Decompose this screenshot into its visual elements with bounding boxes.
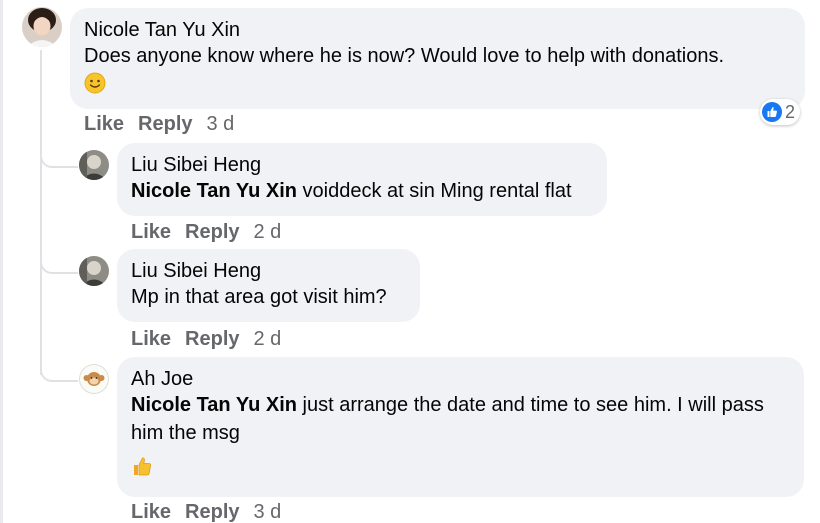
reply-button[interactable]: Reply bbox=[185, 220, 239, 244]
like-button[interactable]: Like bbox=[84, 112, 124, 136]
reply-body: voiddeck at sin Ming rental flat bbox=[296, 180, 572, 202]
mention-link[interactable]: Nicole Tan Yu Xin bbox=[131, 394, 297, 416]
reply-text: Mp in that area got visit him? bbox=[131, 286, 387, 308]
like-button[interactable]: Like bbox=[131, 327, 171, 351]
reply-text: Nicole Tan Yu Xin just arrange the date … bbox=[131, 391, 790, 447]
reply-button[interactable]: Reply bbox=[185, 327, 239, 351]
thread-connector bbox=[40, 50, 42, 375]
mention-link[interactable]: Nicole Tan Yu Xin bbox=[131, 180, 297, 202]
reply-author[interactable]: Liu Sibei Heng bbox=[131, 259, 406, 283]
like-icon bbox=[762, 102, 782, 122]
reply-bubble: Ah Joe Nicole Tan Yu Xin just arrange th… bbox=[117, 357, 804, 497]
reply-bubble: Liu Sibei Heng Nicole Tan Yu Xin voiddec… bbox=[117, 143, 607, 216]
reply-actions: Like Reply 2 d bbox=[131, 220, 281, 244]
page-edge bbox=[0, 0, 3, 523]
thumbs-up-icon bbox=[134, 457, 151, 476]
reply-connector bbox=[40, 360, 78, 382]
timestamp[interactable]: 2 d bbox=[254, 327, 282, 351]
timestamp[interactable]: 2 d bbox=[254, 220, 282, 244]
timestamp[interactable]: 3 d bbox=[207, 112, 235, 136]
avatar[interactable] bbox=[79, 256, 109, 286]
comment-author[interactable]: Nicole Tan Yu Xin bbox=[84, 18, 791, 42]
reaction-summary[interactable]: 2 bbox=[760, 99, 801, 125]
reply-connector bbox=[40, 252, 78, 274]
avatar[interactable] bbox=[79, 364, 109, 394]
comment-text: Does anyone know where he is now? Would … bbox=[84, 45, 725, 67]
reply-button[interactable]: Reply bbox=[138, 112, 192, 136]
timestamp[interactable]: 3 d bbox=[254, 500, 282, 523]
like-button[interactable]: Like bbox=[131, 500, 171, 523]
reaction-count: 2 bbox=[785, 101, 796, 122]
reply-text: Nicole Tan Yu Xin voiddeck at sin Ming r… bbox=[131, 177, 593, 205]
reply-author[interactable]: Ah Joe bbox=[131, 367, 790, 391]
comment-actions: Like Reply 3 d bbox=[84, 112, 234, 136]
like-button[interactable]: Like bbox=[131, 220, 171, 244]
reply-bubble: Liu Sibei Heng Mp in that area got visit… bbox=[117, 249, 420, 322]
slightly-smiling-face-icon bbox=[84, 72, 106, 94]
reply-actions: Like Reply 2 d bbox=[131, 327, 281, 351]
reply-author[interactable]: Liu Sibei Heng bbox=[131, 153, 593, 177]
reply-connector bbox=[40, 146, 78, 168]
comment-bubble: Nicole Tan Yu Xin Does anyone know where… bbox=[70, 8, 805, 109]
avatar[interactable] bbox=[79, 150, 109, 180]
reply-actions: Like Reply 3 d bbox=[131, 500, 281, 523]
reply-button[interactable]: Reply bbox=[185, 500, 239, 523]
avatar[interactable] bbox=[22, 7, 62, 47]
